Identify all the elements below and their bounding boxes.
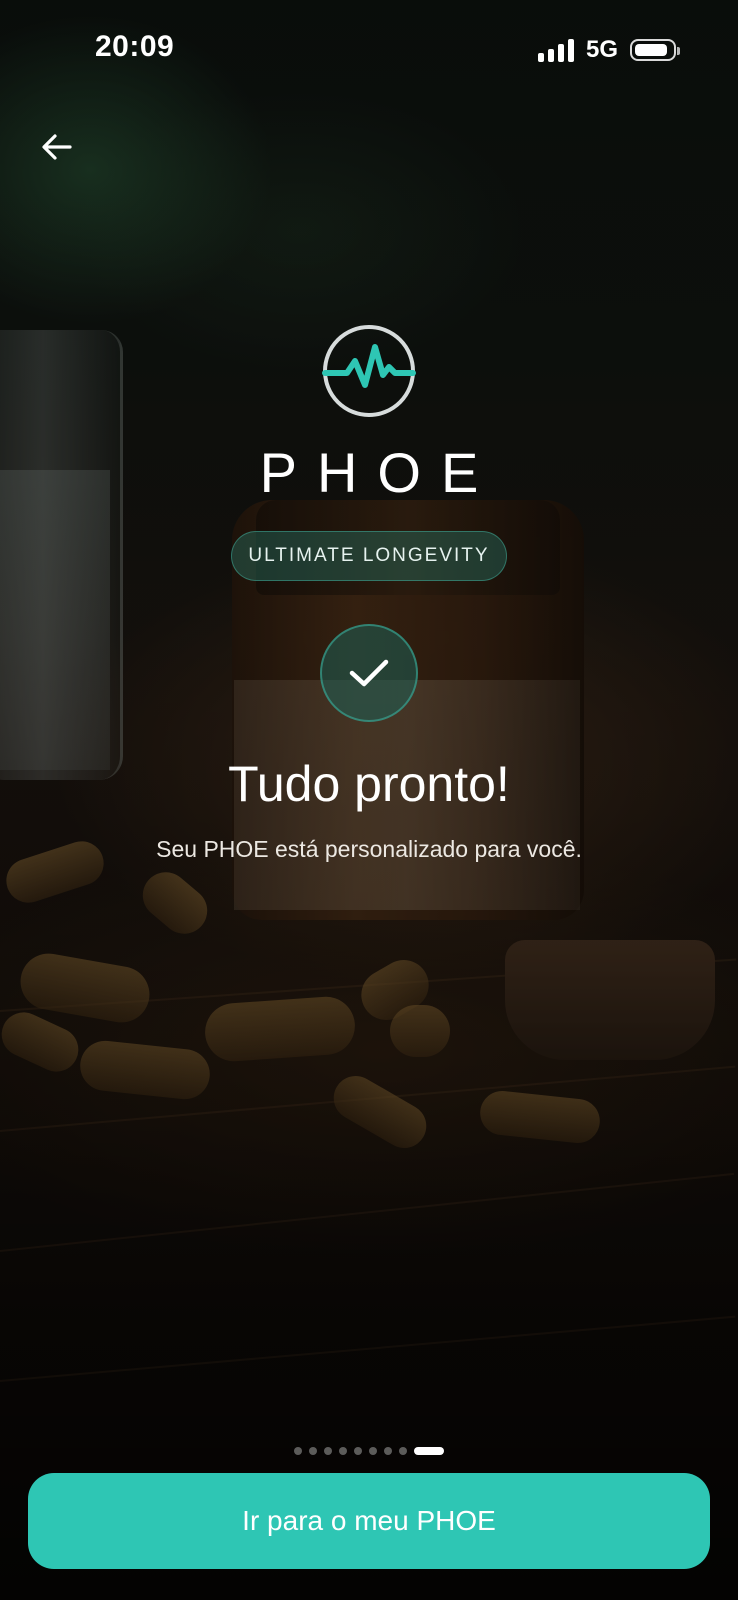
onboarding-complete-screen: 20:09 5G PHOE ULTIMATE LONGEVITY Tudo pr… <box>0 0 738 1600</box>
page-indicator <box>0 1447 738 1455</box>
page-dot-active <box>414 1447 444 1455</box>
success-check-badge <box>320 624 418 722</box>
page-dot <box>354 1447 362 1455</box>
signal-icon <box>537 38 574 62</box>
page-dot <box>294 1447 302 1455</box>
page-dot <box>369 1447 377 1455</box>
status-time: 20:09 <box>95 30 175 63</box>
arrow-left-icon <box>42 134 72 160</box>
page-dot <box>399 1447 407 1455</box>
success-title: Tudo pronto! <box>228 756 510 812</box>
go-to-phoe-button[interactable]: Ir para o meu PHOE <box>28 1473 710 1569</box>
success-subtitle: Seu PHOE está personalizado para você. <box>156 836 582 862</box>
tagline-badge: ULTIMATE LONGEVITY <box>231 531 507 581</box>
page-dot <box>309 1447 317 1455</box>
status-indicators: 5G <box>537 36 680 64</box>
back-button[interactable] <box>32 122 82 172</box>
brand-name: PHOE <box>259 441 499 504</box>
page-dot <box>339 1447 347 1455</box>
checkmark-icon <box>349 659 389 687</box>
page-dot <box>324 1447 332 1455</box>
network-label: 5G <box>585 36 618 63</box>
heartbeat-circle-icon <box>322 325 416 417</box>
battery-icon <box>630 39 680 61</box>
page-dot <box>384 1447 392 1455</box>
